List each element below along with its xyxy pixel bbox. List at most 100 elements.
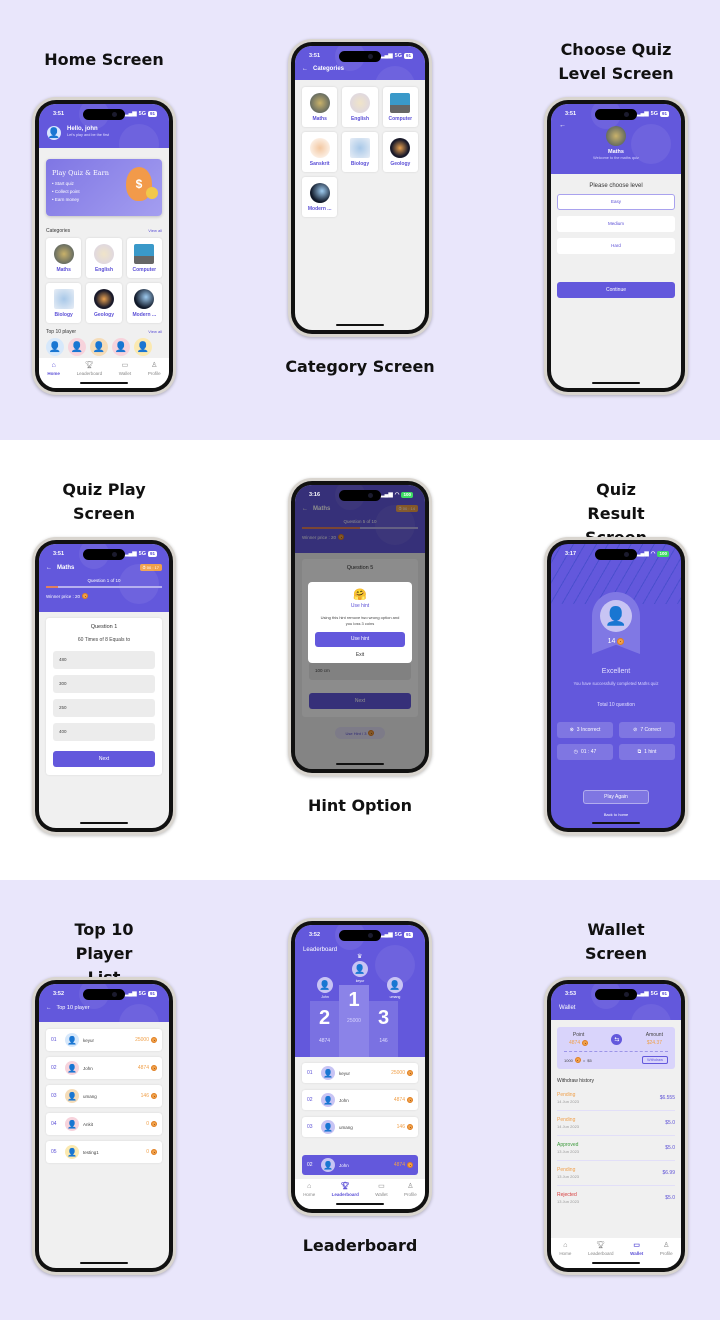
level-hard[interactable]: Hard <box>557 238 675 254</box>
podium-second: 2 4874 <box>310 1001 339 1057</box>
tab-wallet[interactable]: ▭ Wallet <box>630 1242 643 1268</box>
category-computer[interactable]: Computer <box>126 238 162 278</box>
category-grid: Maths English Computer Sanskrit Biology … <box>302 87 418 217</box>
phone-home: 3:51 ▂▄▆ 5G 91 👤 Hello, john Let's play and… <box>32 97 176 395</box>
player-row[interactable]: 01 👤 keyur 25000 <box>46 1029 162 1051</box>
answer-option[interactable]: 300 <box>53 675 155 693</box>
tab-leaderboard[interactable]: 🏆︎ Leaderboard <box>332 1183 359 1209</box>
next-button[interactable]: Next <box>53 751 155 767</box>
tab-profile[interactable]: ♙ Profile <box>660 1242 673 1268</box>
first-avatar[interactable]: 👤 <box>352 961 368 977</box>
phone-category: 3:51 ▂▄▆ 5G 91 ← Categories Maths English Co… <box>288 39 432 337</box>
page-title: Wallet <box>559 1005 576 1011</box>
top-player-avatars: 👤 👤 👤 👤 👤 <box>46 338 162 356</box>
category-english[interactable]: English <box>86 238 122 278</box>
trophy-icon: 🏆︎ <box>84 362 94 369</box>
user-avatar-icon: 👤 <box>600 600 632 632</box>
history-item: Pending 14 Jun 2023 $6.555 <box>557 1086 675 1111</box>
player-avatar[interactable]: 👤 <box>134 338 152 356</box>
podium-first: 1 25000 <box>339 985 369 1057</box>
player-row[interactable]: 03 👤 umang 146 <box>46 1085 162 1107</box>
back-arrow-icon[interactable]: ← <box>559 122 566 129</box>
back-arrow-icon[interactable]: ← <box>302 66 308 80</box>
category-geology[interactable]: Geology <box>86 283 122 323</box>
caption-home: Home Screen <box>44 50 164 69</box>
category-computer[interactable]: Computer <box>382 87 418 127</box>
player-avatar[interactable]: 👤 <box>90 338 108 356</box>
tab-home[interactable]: ⌂ Home <box>303 1183 315 1209</box>
my-rank-row[interactable]: 02 👤 John 4874 <box>302 1155 418 1175</box>
wallet-screen: 3:53 ▂▄▆ 5G 91 Wallet Point 4874 ⇆ Amount $24… <box>551 984 681 1268</box>
maths-image <box>53 243 74 264</box>
back-arrow-icon[interactable]: ← <box>46 565 52 571</box>
use-hint-button[interactable]: Use hint <box>315 632 405 647</box>
point-value: 4874 <box>569 1040 589 1046</box>
category-geology[interactable]: Geology <box>382 132 418 172</box>
convert-icon[interactable]: ⇆ <box>611 1033 623 1045</box>
third-name: umang <box>389 995 401 999</box>
total-questions: Total 10 question <box>597 702 635 708</box>
category-biology[interactable]: Biology <box>342 132 378 172</box>
top10-screen: 3:52 ▂▄▆ 5G 91 ← Top 10 player 01 👤 keyur 25000… <box>39 984 169 1268</box>
page-title: Top 10 player <box>56 1005 90 1011</box>
answer-option[interactable]: 400 <box>53 723 155 741</box>
wallet-icon: ▭ <box>633 1242 640 1249</box>
player-row[interactable]: 05 👤 testing1 0 <box>46 1141 162 1163</box>
player-row[interactable]: 04 👤 Ankit 0 <box>46 1113 162 1135</box>
tab-home[interactable]: ⌂ Home <box>47 362 60 388</box>
category-sanskrit[interactable]: Sanskrit <box>302 132 338 172</box>
back-to-home-link[interactable]: Back to home <box>551 812 681 817</box>
biology-image <box>349 137 370 158</box>
play-again-button[interactable]: Play Again <box>583 790 649 804</box>
player-avatar[interactable]: 👤 <box>112 338 130 356</box>
category-maths[interactable]: Maths <box>46 238 82 278</box>
result-message: You have successfully completed Maths qu… <box>573 681 659 686</box>
exit-button[interactable]: Exit <box>315 652 405 658</box>
player-row[interactable]: 01 👤 keyur 25000 <box>302 1063 418 1083</box>
tab-home[interactable]: ⌂ Home <box>559 1242 571 1268</box>
point-label: Point <box>572 1032 585 1038</box>
continue-button[interactable]: Continue <box>557 282 675 298</box>
hint-icon: ⧉ <box>637 749 642 755</box>
play-screen: 3:51 ▂▄▆ 5G 91 ← Maths ⏱ 00 : 17 Question 1 … <box>39 544 169 828</box>
player-row[interactable]: 03 👤 umang 146 <box>302 1117 418 1137</box>
result-stats: ⊗ 3 Incorrect ⊘ 7 Correct ◷ 01 : 47 ⧉ 1 hint <box>557 722 675 760</box>
category-english[interactable]: English <box>342 87 378 127</box>
second-name: John <box>321 995 329 999</box>
second-avatar[interactable]: 👤 <box>317 977 333 993</box>
player-row[interactable]: 02 👤 John 4874 <box>302 1090 418 1110</box>
tab-wallet[interactable]: ▭ Wallet <box>119 362 131 388</box>
view-all-players[interactable]: View all <box>148 329 162 335</box>
avatar[interactable]: 👤 <box>47 126 61 140</box>
level-easy[interactable]: Easy <box>557 194 675 210</box>
answer-option[interactable]: 480 <box>53 651 155 669</box>
category-modern[interactable]: Modern ... <box>126 283 162 323</box>
home-screen: 3:51 ▂▄▆ 5G 91 👤 Hello, john Let's play and… <box>39 104 169 388</box>
tab-wallet[interactable]: ▭ Wallet <box>375 1183 387 1209</box>
withdraw-history: Pending 14 Jun 2023 $6.555 Pending 14 Jun 2… <box>557 1086 675 1210</box>
player-row[interactable]: 02 👤 John 4874 <box>46 1057 162 1079</box>
progress-bar <box>46 586 162 588</box>
player-avatar[interactable]: 👤 <box>46 338 64 356</box>
promo-banner[interactable]: Play Quiz & Earn • Start quiz • Collect … <box>46 159 162 216</box>
player-avatar[interactable]: 👤 <box>68 338 86 356</box>
category-modern[interactable]: Modern ... <box>302 177 338 217</box>
trophy-icon: 🏆︎ <box>340 1183 350 1190</box>
third-avatar[interactable]: 👤 <box>387 977 403 993</box>
category-biology[interactable]: Biology <box>46 283 82 323</box>
page-title: Leaderboard <box>303 947 338 953</box>
tab-leaderboard[interactable]: 🏆︎ Leaderboard <box>588 1242 614 1268</box>
english-image <box>349 92 370 113</box>
tab-profile[interactable]: ♙ Profile <box>148 362 161 388</box>
category-maths[interactable]: Maths <box>302 87 338 127</box>
geology-image <box>93 288 114 309</box>
back-arrow-icon[interactable]: ← <box>46 1005 52 1022</box>
tab-leaderboard[interactable]: 🏆︎ Leaderboard <box>77 362 103 388</box>
leaderboard-header: Leaderboard ♛ 👤 keyur 👤 John 👤 umang 2 48… <box>295 925 425 1057</box>
withdraw-button[interactable]: Withdraw <box>642 1056 668 1064</box>
level-medium[interactable]: Medium <box>557 216 675 232</box>
history-title: Withdraw history <box>557 1078 594 1084</box>
tab-profile[interactable]: ♙ Profile <box>404 1183 417 1209</box>
answer-option[interactable]: 250 <box>53 699 155 717</box>
view-all-categories[interactable]: View all <box>148 228 162 234</box>
